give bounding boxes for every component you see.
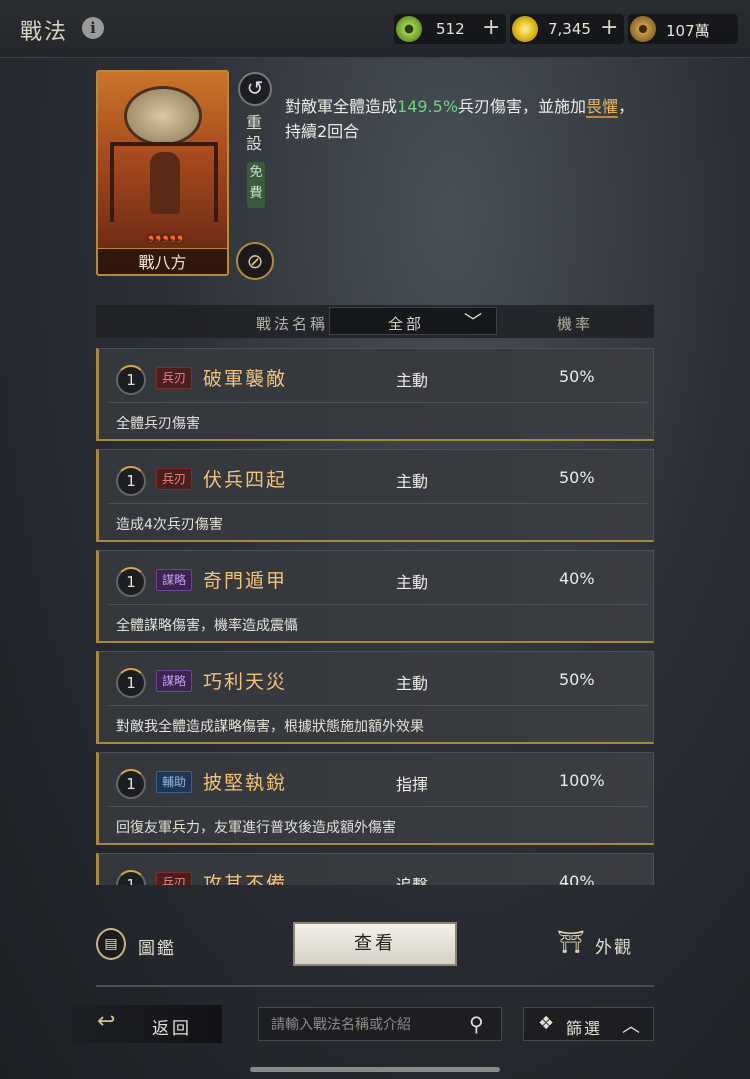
- skill-level-badge: 1: [116, 870, 146, 885]
- chevron-down-icon: ﹀: [464, 312, 482, 333]
- skill-row[interactable]: 1 謀略 巧利天災 主動 50% 對敵我全體造成謀略傷害，根據狀態施加額外效果: [96, 651, 654, 744]
- status-keyword-link[interactable]: 畏懼: [586, 97, 619, 118]
- star-rating: ❟❟❟❟❟: [147, 224, 185, 243]
- filter-button[interactable]: ❖ 篩選 ︿: [523, 1007, 654, 1041]
- jade-amount: 512: [436, 20, 465, 38]
- chevron-up-icon: ︿: [622, 1016, 640, 1037]
- skill-description: 全體謀略傷害，機率造成震懾: [116, 618, 298, 634]
- gold-amount: 7,345: [548, 20, 591, 38]
- skill-level-badge: 1: [116, 668, 146, 698]
- search-box[interactable]: ⚲: [258, 1007, 502, 1041]
- book-icon: ▤: [96, 928, 126, 960]
- filter-label: 篩選: [566, 1019, 603, 1038]
- skill-list[interactable]: 1 兵刃 破軍襲敵 主動 50% 全體兵刃傷害 1 兵刃 伏兵四起 主動 50% 造成4次兵刃傷害 1 謀…: [96, 348, 654, 885]
- skill-row[interactable]: 1 兵刃 破軍襲敵 主動 50% 全體兵刃傷害: [96, 348, 654, 441]
- skill-category-tag: 兵刃: [156, 468, 193, 490]
- codex-button[interactable]: ▤ 圖鑑: [96, 928, 196, 962]
- home-indicator: [250, 1067, 500, 1072]
- add-gold-button[interactable]: +: [600, 15, 618, 40]
- skill-description: 對敵我全體造成謀略傷害，根據狀態施加額外效果: [116, 719, 424, 735]
- skill-category-tag: 謀略: [156, 569, 193, 591]
- skill-name: 奇門遁甲: [203, 570, 288, 592]
- filter-icon: ❖: [538, 1013, 555, 1034]
- skill-rate: 50%: [559, 367, 595, 386]
- page-title: 戰法: [20, 20, 69, 45]
- free-badge: 免費: [247, 162, 265, 208]
- row-divider: [109, 402, 647, 403]
- appearance-label: 外觀: [595, 938, 633, 958]
- column-rate: 機率: [557, 315, 594, 333]
- featured-skill-name: 戰八方: [98, 248, 227, 274]
- warrior-illustration: [150, 152, 180, 214]
- jade-icon: [396, 16, 422, 42]
- skill-level-badge: 1: [116, 769, 146, 799]
- skill-category-tag: 兵刃: [156, 367, 193, 389]
- skill-rate: 40%: [559, 569, 595, 588]
- back-arrow-icon: ↩: [97, 1009, 116, 1034]
- search-icon[interactable]: ⚲: [469, 1012, 484, 1036]
- skill-level-badge: 1: [116, 466, 146, 496]
- top-bar: 戰法 i 512 + 7,345 + 107萬: [0, 0, 750, 58]
- skill-name: 攻其不備: [203, 873, 288, 885]
- skill-type: 指揮: [396, 775, 429, 794]
- add-jade-button[interactable]: +: [482, 15, 500, 40]
- currency-gold: 7,345 +: [510, 14, 624, 44]
- skill-rate: 100%: [559, 771, 605, 790]
- column-skill-name: 戰法名稱: [256, 315, 329, 333]
- skill-type: 主動: [396, 472, 429, 491]
- currency-jade: 512 +: [394, 14, 506, 44]
- category-dropdown[interactable]: 全部 ﹀: [329, 307, 497, 335]
- skill-category-tag: 謀略: [156, 670, 193, 692]
- skill-name: 巧利天災: [203, 671, 288, 693]
- view-button[interactable]: 查看: [293, 922, 457, 966]
- skill-name: 破軍襲敵: [203, 368, 288, 390]
- skill-level-badge: 1: [116, 365, 146, 395]
- reset-label[interactable]: 重設: [246, 112, 266, 154]
- skill-category-tag: 輔助: [156, 771, 193, 793]
- skill-row[interactable]: 1 兵刃 伏兵四起 主動 50% 造成4次兵刃傷害: [96, 449, 654, 542]
- row-divider: [109, 503, 647, 504]
- appearance-button[interactable]: ⛩ 外觀: [555, 926, 655, 962]
- skill-row[interactable]: 1 謀略 奇門遁甲 主動 40% 全體謀略傷害，機率造成震懾: [96, 550, 654, 643]
- category-dropdown-value: 全部: [388, 315, 425, 333]
- currency-copper: 107萬: [628, 14, 738, 44]
- codex-label: 圖鑑: [138, 939, 176, 959]
- skill-category-tag: 兵刃: [156, 872, 193, 885]
- skill-type: 追擊: [396, 872, 428, 885]
- copper-coin-icon: [630, 16, 656, 42]
- reset-icon[interactable]: ↺: [238, 72, 272, 106]
- skill-type: 主動: [396, 573, 429, 592]
- damage-percent: 149.5%: [397, 97, 459, 116]
- skill-type: 主動: [396, 674, 429, 693]
- pavilion-icon: ⛩: [557, 930, 585, 955]
- search-input[interactable]: [271, 1014, 461, 1036]
- skill-name: 披堅執銳: [203, 772, 288, 794]
- list-column-header: 戰法名稱 全部 ﹀ 機率: [96, 305, 654, 338]
- row-divider: [109, 604, 647, 605]
- skill-description: 回復友軍兵力，友軍進行普攻後造成額外傷害: [116, 820, 396, 836]
- gold-icon: [512, 16, 538, 42]
- skill-type: 主動: [396, 371, 429, 390]
- skill-row[interactable]: 1 兵刃攻其不備 追擊 40%: [96, 853, 654, 885]
- back-button[interactable]: ↩ 返回: [72, 1005, 222, 1043]
- skill-description: 全體兵刃傷害: [116, 416, 200, 432]
- drum-illustration: [124, 86, 202, 146]
- row-divider: [109, 806, 647, 807]
- swap-skill-icon[interactable]: ⊘: [236, 242, 274, 280]
- skill-description: 造成4次兵刃傷害: [116, 517, 223, 533]
- copper-amount: 107萬: [666, 22, 710, 40]
- skill-rate: 50%: [559, 468, 595, 487]
- skill-row[interactable]: 1 輔助 披堅執銳 指揮 100% 回復友軍兵力，友軍進行普攻後造成額外傷害: [96, 752, 654, 845]
- back-label: 返回: [152, 1019, 192, 1039]
- featured-skill-description: 對敵軍全體造成149.5%兵刃傷害，並施加畏懼，持續2回合: [285, 97, 635, 141]
- skill-name: 伏兵四起: [203, 469, 288, 491]
- info-icon[interactable]: i: [82, 17, 104, 39]
- skill-rate: 50%: [559, 670, 595, 689]
- skill-level-badge: 1: [116, 567, 146, 597]
- row-divider: [109, 705, 647, 706]
- skill-rate: 40%: [559, 872, 595, 885]
- divider: [96, 985, 654, 987]
- featured-skill-card[interactable]: ❟❟❟❟❟ 戰八方: [96, 70, 229, 276]
